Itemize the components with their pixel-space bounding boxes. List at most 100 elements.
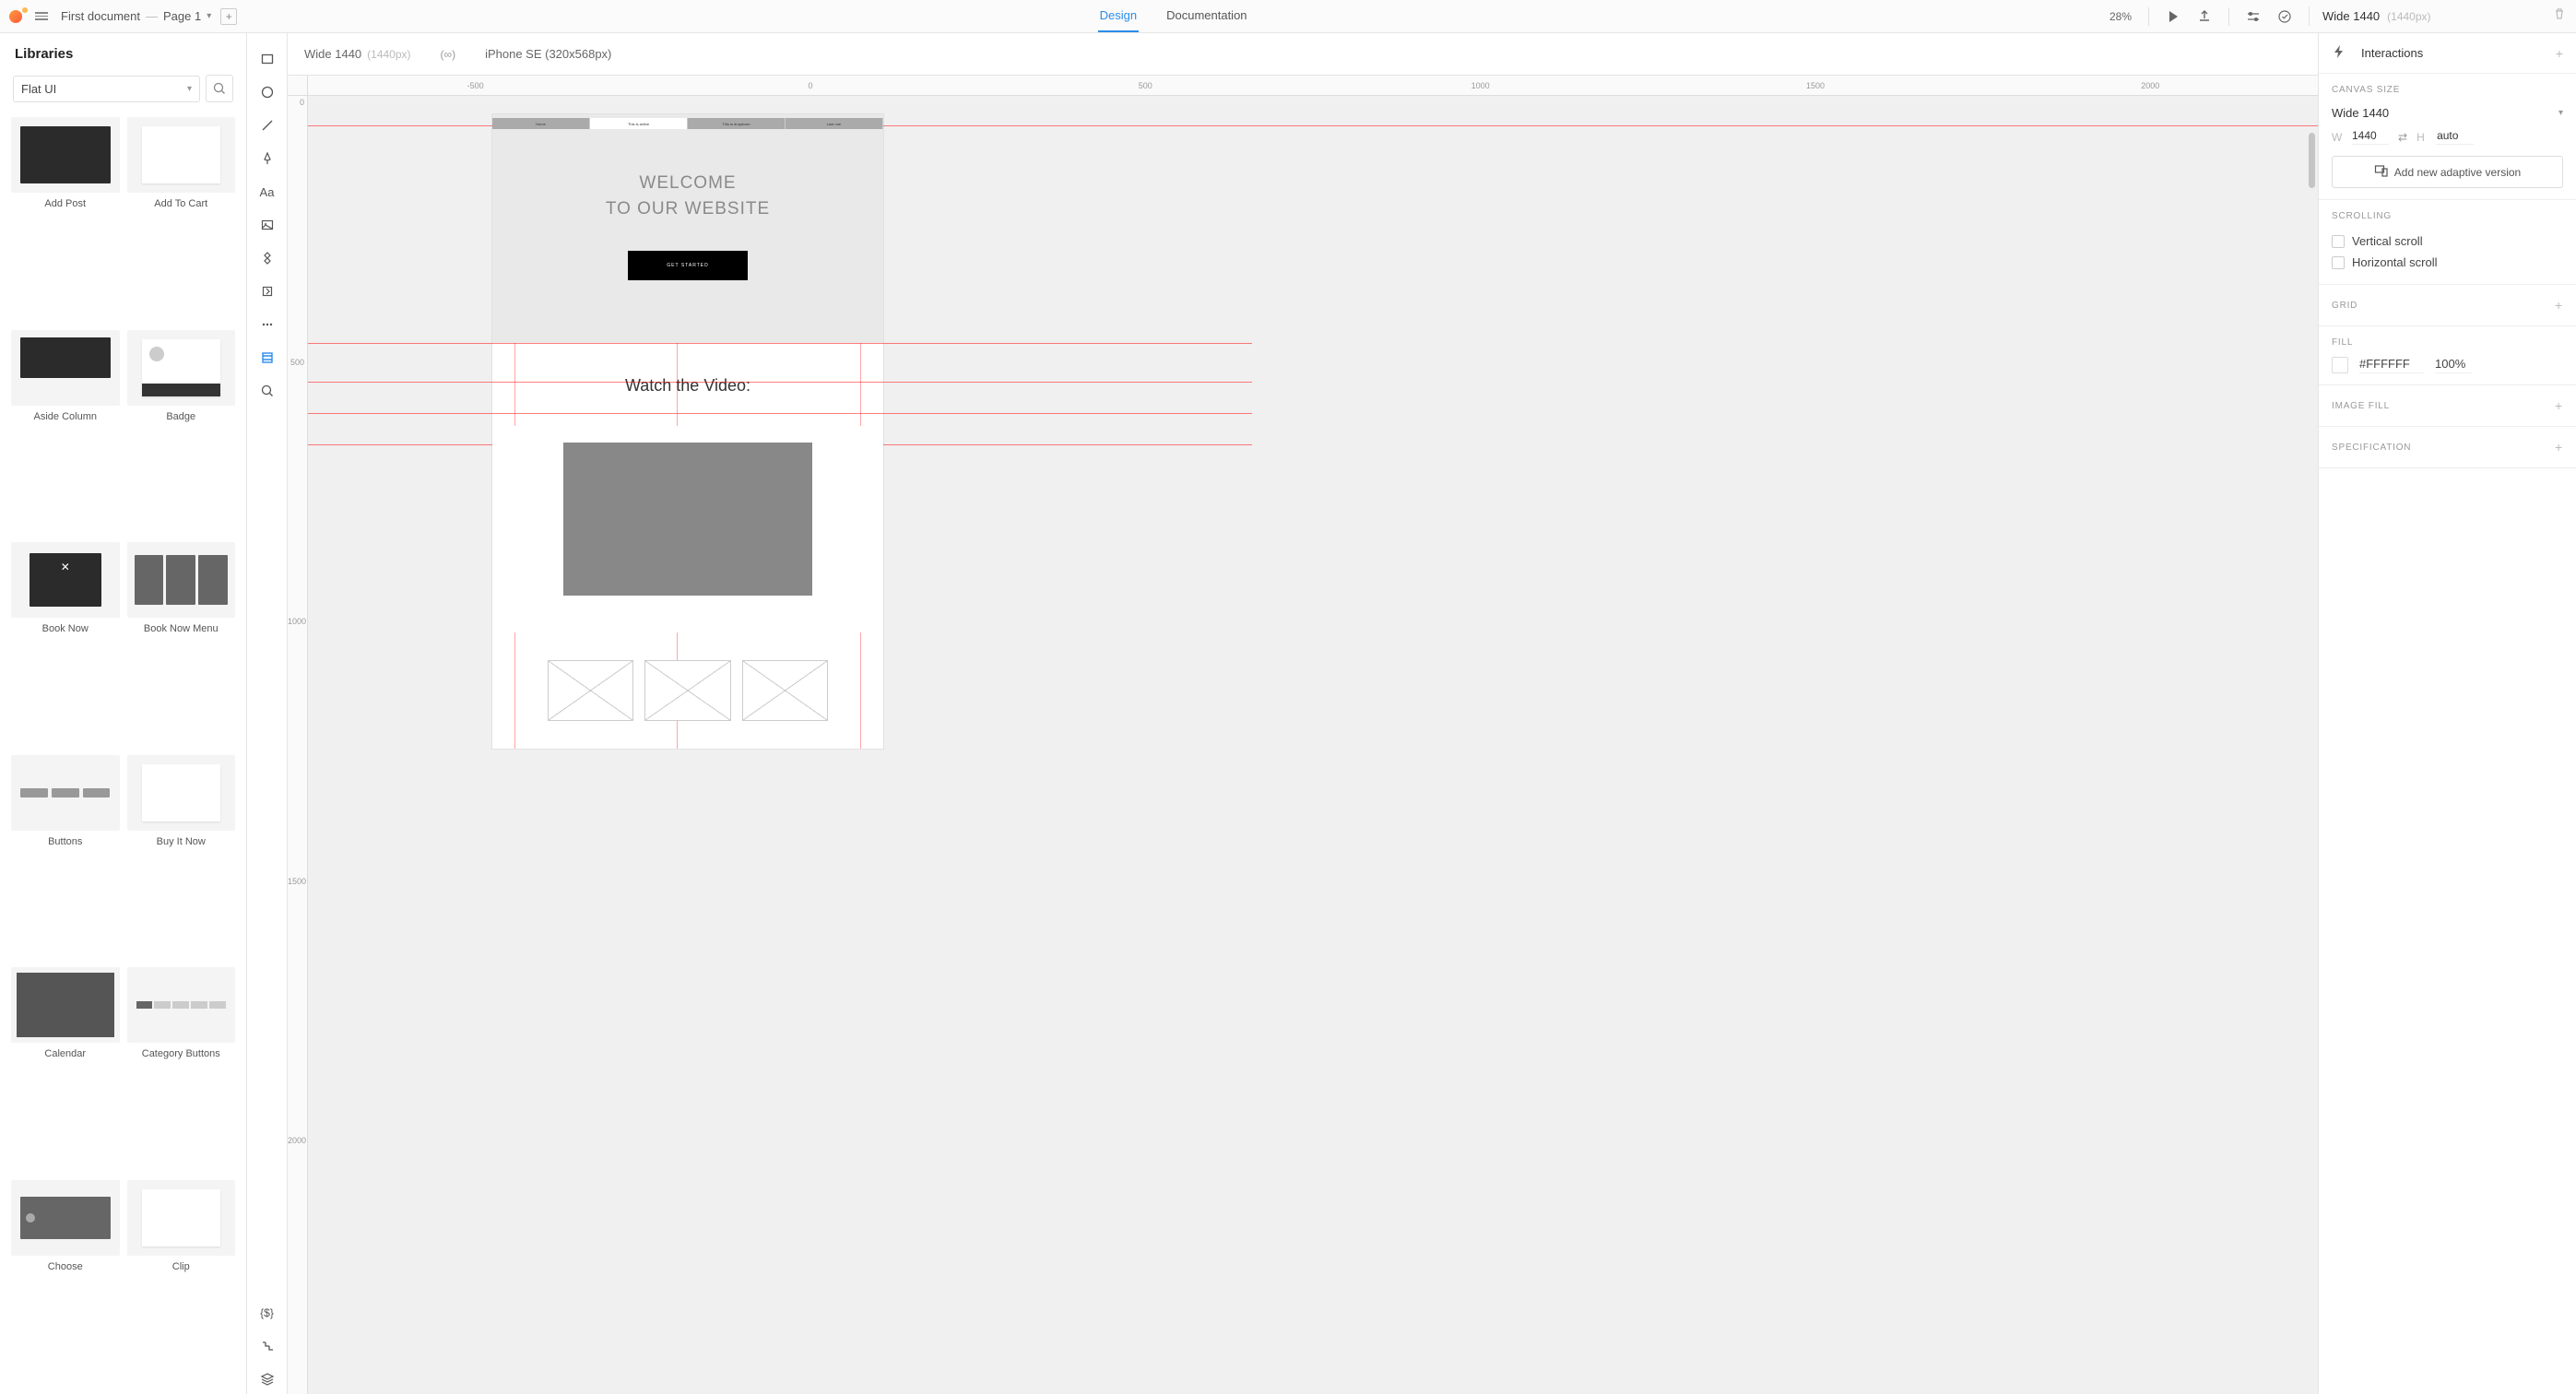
- divider: [2148, 7, 2149, 26]
- ellipse-tool-icon[interactable]: [253, 77, 282, 107]
- artboard-tab-iphone[interactable]: iPhone SE (320x568px): [479, 47, 617, 61]
- scrolling-label: SCROLLING: [2332, 211, 2563, 221]
- inspector-panel: Interactions + CANVAS SIZE Wide 1440 ▾ W…: [2318, 33, 2576, 1394]
- library-item-add-post[interactable]: Add Post: [11, 117, 120, 321]
- selected-artboard-name: Wide 1440: [2322, 9, 2380, 23]
- mockup-image-row: [492, 632, 883, 749]
- page-name: Page 1: [163, 9, 201, 23]
- library-item-choose[interactable]: Choose: [11, 1180, 120, 1384]
- library-item-clip[interactable]: Clip: [127, 1180, 236, 1384]
- canvas-area: Wide 1440 (1440px) (∞) iPhone SE (320x56…: [288, 33, 2318, 1394]
- swap-dimensions-icon[interactable]: ⇄: [2398, 131, 2407, 144]
- library-selected: Flat UI: [21, 82, 56, 96]
- tab-design[interactable]: Design: [1098, 0, 1139, 32]
- fill-opacity-input[interactable]: 100%: [2435, 357, 2472, 373]
- text-tool-icon[interactable]: Aa: [253, 177, 282, 207]
- library-item-aside-column[interactable]: Aside Column: [11, 330, 120, 534]
- library-dropdown[interactable]: Flat UI ▾: [13, 76, 200, 102]
- search-tool-icon[interactable]: [253, 376, 282, 406]
- breadcrumb-sep: —: [146, 9, 158, 23]
- libraries-sidebar: Libraries Flat UI ▾ Add Post Add To Cart…: [0, 33, 247, 1394]
- zoom-level[interactable]: 28%: [2109, 10, 2132, 23]
- image-placeholder-icon: [644, 660, 730, 721]
- image-tool-icon[interactable]: [253, 210, 282, 240]
- ruler-horizontal: -5000500100015002000: [308, 76, 2318, 96]
- width-label: W: [2332, 131, 2343, 144]
- image-placeholder-icon: [548, 660, 633, 721]
- chevron-down-icon: ▾: [2558, 108, 2563, 118]
- more-tools-icon[interactable]: [253, 310, 282, 339]
- component-tool-icon[interactable]: [253, 243, 282, 273]
- mockup-video-title: Watch the Video:: [492, 343, 883, 396]
- horizontal-scroll-checkbox[interactable]: Horizontal scroll: [2332, 252, 2563, 273]
- guide-horizontal[interactable]: [308, 413, 1252, 414]
- vertical-scroll-checkbox[interactable]: Vertical scroll: [2332, 230, 2563, 252]
- mockup-hero-title: WELCOME: [492, 173, 883, 194]
- libraries-title: Libraries: [0, 33, 246, 69]
- mockup-cta-button: GET STARTED: [628, 251, 748, 280]
- pen-tool-icon[interactable]: [253, 144, 282, 173]
- canvas-size-dropdown[interactable]: Wide 1440 ▾: [2332, 104, 2563, 129]
- settings-sliders-icon[interactable]: [2246, 9, 2261, 24]
- checkmark-circle-icon[interactable]: [2277, 9, 2292, 24]
- library-item-category-buttons[interactable]: Category Buttons: [127, 967, 236, 1171]
- fill-label: FILL: [2332, 337, 2563, 348]
- artboard-tool-icon[interactable]: [253, 343, 282, 372]
- library-item-buy-it-now[interactable]: Buy It Now: [127, 755, 236, 959]
- ruler-vertical: 0500100015002000: [288, 96, 308, 1394]
- library-item-add-to-cart[interactable]: Add To Cart: [127, 117, 236, 321]
- add-specification-icon[interactable]: +: [2555, 440, 2563, 455]
- library-item-badge[interactable]: Badge: [127, 330, 236, 534]
- tool-column: Aa {$}: [247, 33, 288, 1394]
- canvas-scrollbar[interactable]: [2309, 133, 2315, 188]
- mockup-nav: Home This is active This is dropdown Las…: [492, 118, 883, 129]
- artboard-wide-1440[interactable]: Home This is active This is dropdown Las…: [492, 114, 883, 749]
- fill-hex-input[interactable]: #FFFFFF: [2359, 357, 2424, 373]
- export-icon[interactable]: [2197, 9, 2212, 24]
- chevron-down-icon[interactable]: ▾: [207, 11, 211, 21]
- hamburger-menu-icon[interactable]: [31, 8, 52, 24]
- play-icon[interactable]: [2166, 9, 2180, 24]
- selected-artboard-dim: (1440px): [2387, 10, 2430, 23]
- topbar: First document — Page 1 ▾ + Design Docum…: [0, 0, 2576, 33]
- ruler-corner: [288, 76, 308, 96]
- library-search-button[interactable]: [206, 75, 233, 102]
- guide-horizontal[interactable]: [308, 343, 1252, 344]
- grid-panel-header[interactable]: GRID +: [2319, 285, 2576, 326]
- add-image-fill-icon[interactable]: +: [2555, 398, 2563, 413]
- guide-horizontal[interactable]: [308, 382, 1252, 383]
- library-item-book-now-menu[interactable]: Book Now Menu: [127, 542, 236, 746]
- chevron-down-icon: ▾: [187, 84, 192, 94]
- canvas-size-label: CANVAS SIZE: [2332, 85, 2563, 95]
- interaction-tool-icon[interactable]: [253, 277, 282, 306]
- add-grid-icon[interactable]: +: [2555, 298, 2563, 313]
- artboard-tab-infinity[interactable]: (∞): [435, 48, 462, 61]
- add-page-button[interactable]: +: [220, 8, 237, 25]
- devices-icon: [2374, 163, 2389, 181]
- height-input[interactable]: auto: [2437, 129, 2474, 145]
- add-adaptive-version-button[interactable]: Add new adaptive version: [2332, 156, 2563, 188]
- fill-color-swatch[interactable]: [2332, 357, 2348, 373]
- trash-icon[interactable]: [2552, 6, 2567, 26]
- canvas[interactable]: -5000500100015002000 0500100015002000 Ho…: [288, 76, 2318, 1394]
- library-item-calendar[interactable]: Calendar: [11, 967, 120, 1171]
- document-breadcrumb[interactable]: First document — Page 1 ▾: [61, 9, 211, 23]
- add-interaction-icon[interactable]: +: [2556, 46, 2563, 61]
- image-placeholder-icon: [742, 660, 828, 721]
- outline-tool-icon[interactable]: [253, 1331, 282, 1361]
- app-logo-icon: [9, 10, 22, 23]
- specification-panel-header[interactable]: SPECIFICATION +: [2319, 427, 2576, 468]
- tab-documentation[interactable]: Documentation: [1164, 0, 1248, 32]
- library-item-buttons[interactable]: Buttons: [11, 755, 120, 959]
- line-tool-icon[interactable]: [253, 111, 282, 140]
- layers-tool-icon[interactable]: [253, 1364, 282, 1394]
- data-tool-icon[interactable]: {$}: [253, 1298, 282, 1328]
- library-item-book-now[interactable]: ✕Book Now: [11, 542, 120, 746]
- width-input[interactable]: 1440: [2352, 129, 2389, 145]
- mockup-hero-subtitle: TO OUR WEBSITE: [492, 199, 883, 219]
- mockup-video-placeholder: [563, 443, 812, 596]
- artboard-tab-wide[interactable]: Wide 1440 (1440px): [299, 47, 417, 61]
- divider: [2228, 7, 2229, 26]
- rectangle-tool-icon[interactable]: [253, 44, 282, 74]
- image-fill-panel-header[interactable]: IMAGE FILL +: [2319, 385, 2576, 427]
